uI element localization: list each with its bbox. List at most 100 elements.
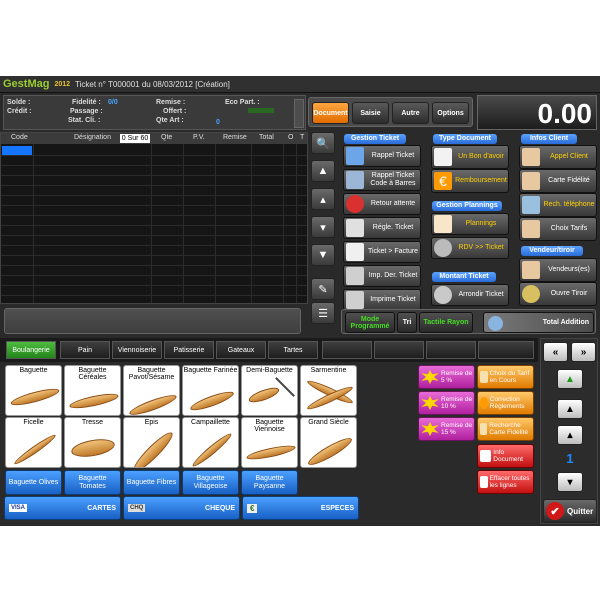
ticket-lines-grid[interactable]: Code Désignation Qte P.V. Remise Total O… bbox=[0, 132, 308, 304]
line-down-icon[interactable]: ▾ bbox=[557, 472, 583, 492]
choix-tarif-button[interactable]: Choix du Tarif en Cours bbox=[477, 365, 534, 389]
product-tile[interactable]: Baguette Farinée bbox=[182, 365, 239, 416]
ouvre-tiroir-button[interactable]: Ouvre Tiroir bbox=[519, 282, 597, 306]
pay-especes-button[interactable]: € ESPECES bbox=[242, 496, 359, 520]
mode-programme-button[interactable]: Mode Programmé bbox=[345, 312, 395, 333]
pay-cheque-button[interactable]: CHQ CHEQUE bbox=[123, 496, 240, 520]
page-up-icon[interactable]: ▲ bbox=[557, 399, 583, 419]
product-tile-blue[interactable]: Baguette Tomates bbox=[64, 470, 121, 495]
category-empty[interactable] bbox=[478, 341, 534, 359]
category-gateaux[interactable]: Gateaux bbox=[216, 341, 266, 359]
product-tile[interactable]: Baguette bbox=[5, 365, 62, 416]
col-remise[interactable]: Remise bbox=[223, 134, 247, 141]
remise-10-button[interactable]: Remise de 10 % bbox=[418, 391, 475, 415]
arrondir-ticket-button[interactable]: Arrondir Ticket bbox=[431, 284, 509, 306]
plannings-button[interactable]: Plannings bbox=[431, 213, 509, 235]
page-up-icon[interactable]: ▲ bbox=[311, 160, 335, 182]
page-down-icon[interactable]: ▼ bbox=[311, 244, 335, 266]
category-empty[interactable] bbox=[374, 341, 424, 359]
col-code[interactable]: Code bbox=[11, 134, 28, 141]
col-o[interactable]: O bbox=[288, 134, 293, 141]
product-tile[interactable]: Grand Siècle bbox=[300, 417, 357, 468]
pen-icon[interactable]: ✎ bbox=[311, 278, 335, 300]
total-addition-label: Total Addition bbox=[542, 319, 589, 326]
rappel-ticket-button[interactable]: Rappel Ticket bbox=[343, 145, 421, 167]
product-tile[interactable]: Baguette Pavot/Sésame bbox=[123, 365, 180, 416]
recherche-carte-button[interactable]: Recherche Carte Fidélité bbox=[477, 417, 534, 441]
remise-15-button[interactable]: Remise de 15 % bbox=[418, 417, 475, 441]
total-addition-button[interactable]: Total Addition bbox=[483, 312, 594, 333]
choix-tarifs-button[interactable]: Choix Tarifs bbox=[519, 217, 597, 241]
mode-bar: Mode Programmé Tri Tactile Rayon Total A… bbox=[341, 309, 596, 334]
bread-icon bbox=[68, 390, 120, 412]
line-up-icon[interactable]: ▴ bbox=[311, 188, 335, 210]
card-icon bbox=[480, 423, 488, 435]
col-qte[interactable]: Qte bbox=[161, 134, 172, 141]
category-tartes[interactable]: Tartes bbox=[268, 341, 318, 359]
button-label: Ouvre Tiroir bbox=[550, 290, 588, 297]
appel-client-button[interactable]: Appel Client bbox=[519, 145, 597, 169]
button-label: Rech. téléphone bbox=[543, 201, 595, 208]
rappel-code-barres-button[interactable]: Rappel Ticket Code à Barres bbox=[343, 169, 421, 191]
product-tile[interactable]: Campaillette bbox=[182, 417, 239, 468]
product-tile-blue[interactable]: Baguette Villageoise bbox=[182, 470, 239, 495]
bon-avoir-button[interactable]: Un Bon d'avoir bbox=[431, 145, 509, 169]
remboursement-button[interactable]: € Remboursement bbox=[431, 169, 509, 193]
info-scrollbar[interactable] bbox=[294, 99, 304, 128]
regle-ticket-button[interactable]: Régle. Ticket bbox=[343, 217, 421, 239]
col-pv[interactable]: P.V. bbox=[193, 134, 205, 141]
product-tile[interactable]: Tresse bbox=[64, 417, 121, 468]
product-tile-blue[interactable]: Baguette Olives bbox=[5, 470, 62, 495]
tab-document[interactable]: Document bbox=[312, 102, 349, 124]
first-page-icon[interactable]: « bbox=[543, 342, 568, 362]
category-empty[interactable] bbox=[426, 341, 476, 359]
notes-icon[interactable]: ☰ bbox=[311, 302, 335, 324]
product-tile[interactable]: Baguette Viennoise bbox=[241, 417, 298, 468]
category-boulangerie[interactable]: Boulangerie bbox=[6, 341, 56, 359]
line-down-icon[interactable]: ▾ bbox=[311, 216, 335, 238]
grid-col-divider bbox=[296, 144, 297, 303]
selected-cell[interactable] bbox=[2, 146, 32, 155]
product-tile[interactable]: Demi-Baguette bbox=[241, 365, 298, 416]
correction-reglements-button[interactable]: Correction Règlements bbox=[477, 391, 534, 415]
tri-button[interactable]: Tri bbox=[397, 312, 417, 333]
product-tile-blue[interactable]: Baguette Fibres bbox=[123, 470, 180, 495]
tab-options[interactable]: Options bbox=[432, 102, 469, 124]
rech-telephone-button[interactable]: Rech. téléphone bbox=[519, 193, 597, 217]
imprime-ticket-button[interactable]: Imprime Ticket bbox=[343, 289, 421, 311]
carte-fidelite-button[interactable]: Carte Fidélité bbox=[519, 169, 597, 193]
quit-button[interactable]: ✔ Quitter bbox=[543, 499, 597, 523]
line-up-icon[interactable]: ▴ bbox=[557, 425, 583, 445]
remise-5-button[interactable]: Remise de 5 % bbox=[418, 365, 475, 389]
tab-saisie[interactable]: Saisie bbox=[352, 102, 389, 124]
button-label: Choix Tarifs bbox=[550, 225, 588, 232]
grid-row-divider bbox=[1, 205, 307, 206]
search-icon[interactable]: 🔍 bbox=[311, 132, 335, 154]
tab-autre[interactable]: Autre bbox=[392, 102, 429, 124]
product-tile[interactable]: Epis bbox=[123, 417, 180, 468]
vendeurs-button[interactable]: Vendeurs(es) bbox=[519, 258, 597, 282]
col-designation[interactable]: Désignation bbox=[74, 134, 111, 141]
product-tile[interactable]: Baguette Céréales bbox=[64, 365, 121, 416]
info-document-button[interactable]: Info Document bbox=[477, 444, 534, 468]
effacer-lignes-button[interactable]: Effacer toutes les lignes bbox=[477, 470, 534, 494]
offert-label: Offert : bbox=[163, 108, 187, 115]
category-viennoiserie[interactable]: Viennoiserie bbox=[112, 341, 162, 359]
imp-der-ticket-button[interactable]: Imp. Der. Ticket bbox=[343, 265, 421, 287]
top-arrow-icon[interactable]: ▲ bbox=[557, 369, 583, 389]
category-pain[interactable]: Pain bbox=[60, 341, 110, 359]
category-patisserie[interactable]: Patisserie bbox=[164, 341, 214, 359]
rdv-ticket-button[interactable]: RDV >> Ticket bbox=[431, 237, 509, 259]
product-tile-blue[interactable]: Baguette Paysanne bbox=[241, 470, 298, 495]
product-tile[interactable]: Sarmentine bbox=[300, 365, 357, 416]
col-t[interactable]: T bbox=[300, 134, 304, 141]
ticket-facture-button[interactable]: Ticket > Facture bbox=[343, 241, 421, 263]
product-tile[interactable]: Ficelle bbox=[5, 417, 62, 468]
pay-cartes-button[interactable]: VISA CARTES bbox=[4, 496, 121, 520]
tactile-rayon-button[interactable]: Tactile Rayon bbox=[419, 312, 473, 333]
last-page-icon[interactable]: » bbox=[571, 342, 596, 362]
pay-label: CARTES bbox=[87, 504, 116, 512]
retour-attente-button[interactable]: Retour attente bbox=[343, 193, 421, 215]
col-total[interactable]: Total bbox=[259, 134, 274, 141]
category-empty[interactable] bbox=[322, 341, 372, 359]
